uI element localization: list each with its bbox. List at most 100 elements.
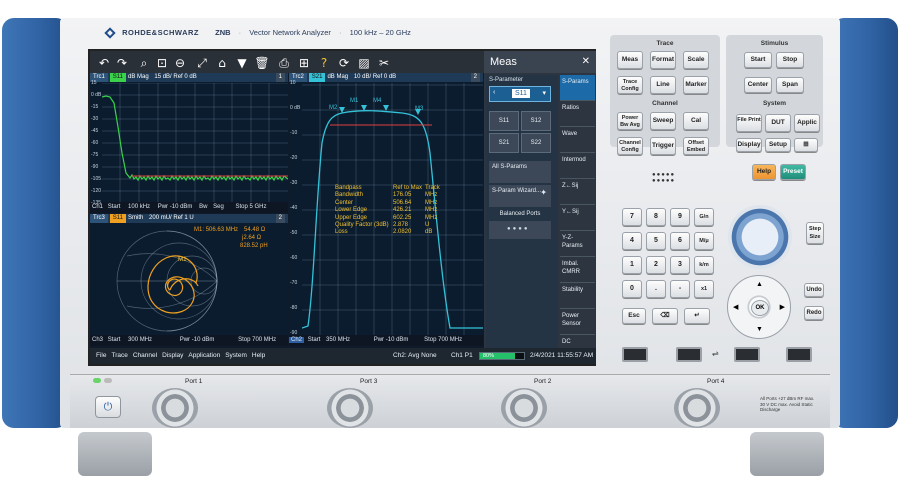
arrow-up-icon[interactable]: ▲	[756, 281, 763, 288]
undo-icon[interactable]: ↶	[96, 55, 112, 71]
sparam-button-s21[interactable]: S21	[489, 133, 519, 153]
windows-icon[interactable]: ⊞	[296, 55, 312, 71]
marker-add-icon[interactable]: ▼	[234, 55, 250, 71]
stimulus-stop-button[interactable]: Stop	[776, 52, 804, 68]
menu-item-application[interactable]: Application	[188, 352, 220, 359]
channel-sweep-button[interactable]: Sweep	[650, 112, 676, 130]
help-icon[interactable]: ?	[316, 55, 332, 71]
system-dut-button[interactable]: DUT	[765, 114, 791, 132]
system-applic-button[interactable]: Applic	[794, 114, 820, 132]
chevron-left-icon[interactable]: ‹	[493, 89, 495, 96]
window-selector[interactable]: 2	[470, 73, 480, 82]
trace-header-3[interactable]: Trc3 S11 Smith 200 mU/ Ref 1 U 2	[90, 214, 288, 223]
fullscreen-icon[interactable]: ⤢	[194, 55, 210, 71]
softkey-y-z-params[interactable]: Y-Z-Params	[560, 231, 595, 257]
sparam-button-s22[interactable]: S22	[521, 133, 551, 153]
tools-icon[interactable]: ✂	[376, 55, 392, 71]
close-icon[interactable]: ✕	[582, 51, 590, 73]
chevron-down-icon[interactable]: ▾	[542, 89, 546, 97]
zoom-icon[interactable]: ⌕	[136, 55, 152, 71]
numpad-key[interactable]: 7	[622, 208, 642, 226]
undo-button[interactable]: Undo	[804, 283, 824, 297]
numpad-key[interactable]: 4	[622, 232, 642, 250]
numpad-key[interactable]: 1	[622, 256, 642, 274]
numpad-key[interactable]: G/n	[694, 208, 714, 226]
softkey-ratios[interactable]: Ratios	[560, 101, 595, 127]
wizard-button[interactable]: S-Param Wizard... ✦	[489, 185, 551, 207]
sparam-select[interactable]: ‹ S11 ▾	[489, 86, 551, 102]
trace-line-button[interactable]: Line	[650, 76, 676, 94]
system-setup-button[interactable]: Setup	[765, 138, 791, 152]
stimulus-center-button[interactable]: Center	[744, 77, 772, 93]
softkey-y-sij[interactable]: Y←Sij	[560, 205, 595, 231]
print-icon[interactable]: ⎙	[276, 55, 292, 71]
backspace-icon[interactable]: ⌫	[652, 308, 678, 324]
screenshot-icon[interactable]: ▨	[356, 55, 372, 71]
refresh-icon[interactable]: ⟳	[336, 55, 352, 71]
trace-window-2[interactable]: Trc2 S21 dB Mag 10 dB/ Ref 0 dB 2 M1 M2 …	[289, 73, 483, 346]
menu-item-trace[interactable]: Trace	[111, 352, 127, 359]
esc-button[interactable]: Esc	[622, 308, 646, 324]
numpad-key[interactable]: k/m	[694, 256, 714, 274]
trace-param[interactable]: S11	[109, 214, 127, 223]
preset-button[interactable]: Preset	[780, 164, 806, 180]
trace-window-3[interactable]: Trc3 S11 Smith 200 mU/ Ref 1 U 2 M1 M1: …	[90, 214, 288, 346]
delete-icon[interactable]: 🗑	[254, 55, 270, 71]
power-button[interactable]: ⏻	[95, 396, 121, 418]
system-file-print-button[interactable]: File Print	[736, 114, 762, 132]
trace-meas-button[interactable]: Meas	[617, 51, 643, 69]
trace-window-1[interactable]: Trc1 S11 dB Mag 15 dB/ Ref 0 dB 1 Ch1 Star…	[90, 73, 288, 213]
menu-item-system[interactable]: System	[225, 352, 247, 359]
windows-key-icon[interactable]: ⊞	[794, 138, 818, 152]
trace-name[interactable]: Trc3	[90, 214, 108, 223]
arrow-down-icon[interactable]: ▼	[756, 326, 763, 333]
softkey-z-sij[interactable]: Z←Sij	[560, 179, 595, 205]
menu-item-channel[interactable]: Channel	[133, 352, 157, 359]
channel-offset-embed-button[interactable]: Offset Embed	[683, 137, 709, 155]
numpad-key[interactable]: 9	[670, 208, 690, 226]
balanced-ports-button[interactable]: ●●●●	[489, 221, 551, 239]
menu-item-display[interactable]: Display	[162, 352, 183, 359]
channel-cal-button[interactable]: Cal	[683, 112, 709, 130]
sparam-button-s11[interactable]: S11	[489, 111, 519, 131]
trace-trace-config-button[interactable]: Trace Config	[617, 76, 643, 94]
system-display-button[interactable]: Display	[736, 138, 762, 152]
redo-icon[interactable]: ↷	[114, 55, 130, 71]
trace-add-icon[interactable]: ⌂	[214, 55, 230, 71]
redo-button[interactable]: Redo	[804, 306, 824, 320]
help-button[interactable]: Help	[752, 164, 776, 180]
trace-param[interactable]: S21	[308, 73, 326, 82]
zoom-area-icon[interactable]: ⊡	[154, 55, 170, 71]
stimulus-span-button[interactable]: Span	[776, 77, 804, 93]
numpad-key[interactable]: 6	[670, 232, 690, 250]
arrow-left-icon[interactable]: ◀	[733, 303, 738, 311]
channel-power-bw-avg-button[interactable]: Power Bw Avg	[617, 112, 643, 130]
window-selector[interactable]: 1	[275, 73, 285, 82]
numpad-key[interactable]: 2	[646, 256, 666, 274]
numpad-key[interactable]: x1	[694, 280, 714, 298]
menu-item-file[interactable]: File	[96, 352, 106, 359]
softkey-power-sensor[interactable]: Power Sensor	[560, 309, 595, 335]
window-selector[interactable]: 2	[275, 214, 285, 223]
plot-area-1[interactable]	[101, 82, 288, 202]
numpad-key[interactable]: M/μ	[694, 232, 714, 250]
all-sparams-button[interactable]: All S-Params	[489, 161, 551, 183]
numpad-key[interactable]: 5	[646, 232, 666, 250]
softkey-imbal-cmrr[interactable]: Imbal. CMRR	[560, 257, 595, 283]
zoom-out-icon[interactable]: ⊖	[172, 55, 188, 71]
softkey-wave[interactable]: Wave	[560, 127, 595, 153]
enter-icon[interactable]: ↵	[684, 308, 710, 324]
channel-channel-config-button[interactable]: Channel Config	[617, 137, 643, 155]
step-size-button[interactable]: Step Size	[806, 222, 824, 244]
channel-trigger-button[interactable]: Trigger	[650, 137, 676, 155]
sparam-button-s12[interactable]: S12	[521, 111, 551, 131]
trace-header-2[interactable]: Trc2 S21 dB Mag 10 dB/ Ref 0 dB 2	[289, 73, 483, 82]
numpad-key[interactable]: 8	[646, 208, 666, 226]
trace-marker-button[interactable]: Marker	[683, 76, 709, 94]
stimulus-start-button[interactable]: Start	[744, 52, 772, 68]
softkey-intermod[interactable]: Intermod	[560, 153, 595, 179]
trace-header-1[interactable]: Trc1 S11 dB Mag 15 dB/ Ref 0 dB 1	[90, 73, 288, 82]
footer-channel[interactable]: Ch2	[289, 337, 305, 343]
numpad-key[interactable]: 3	[670, 256, 690, 274]
menu-item-help[interactable]: Help	[252, 352, 265, 359]
